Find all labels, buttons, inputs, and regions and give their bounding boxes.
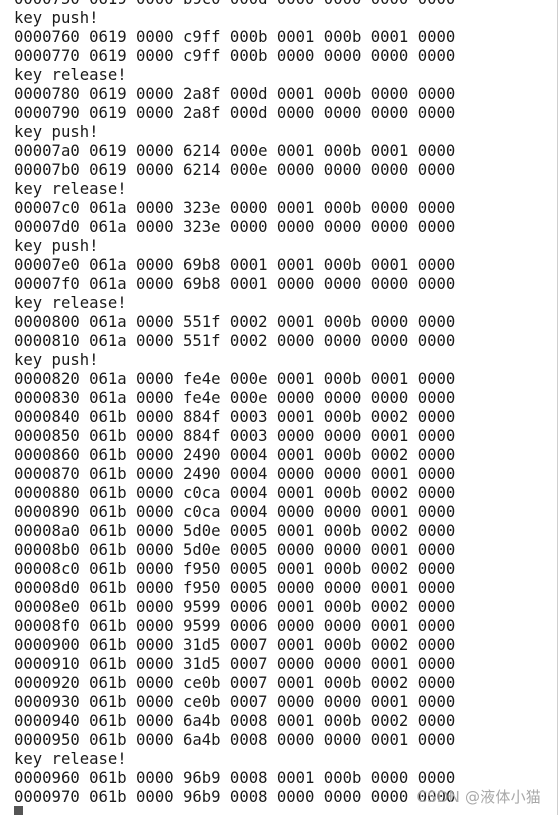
terminal-line: 00008b0 061b 0000 5d0e 0005 0000 0000 00…	[14, 541, 456, 559]
terminal-line: 0000830 061a 0000 fe4e 000e 0000 0000 00…	[14, 389, 456, 407]
terminal-line: 0000940 061b 0000 6a4b 0008 0001 000b 00…	[14, 712, 456, 730]
terminal-line: 00007e0 061a 0000 69b8 0001 0001 000b 00…	[14, 256, 456, 274]
terminal-line: 00008c0 061b 0000 f950 0005 0001 000b 00…	[14, 560, 456, 578]
terminal-line: 00007d0 061a 0000 323e 0000 0000 0000 00…	[14, 218, 456, 236]
terminal-line: 0000810 061a 0000 551f 0002 0000 0000 00…	[14, 332, 456, 350]
terminal-line: key push!	[14, 237, 99, 255]
terminal-line: 0000770 0619 0000 c9ff 000b 0000 0000 00…	[14, 47, 456, 65]
terminal-line: 0000910 061b 0000 31d5 0007 0000 0000 00…	[14, 655, 456, 673]
terminal-line: 0000800 061a 0000 551f 0002 0001 000b 00…	[14, 313, 456, 331]
terminal-cursor	[14, 806, 23, 815]
terminal-line: 00007c0 061a 0000 323e 0000 0001 000b 00…	[14, 199, 456, 217]
terminal-line: 0000960 061b 0000 96b9 0008 0001 000b 00…	[14, 769, 456, 787]
terminal-line: 0000890 061b 0000 c0ca 0004 0000 0000 00…	[14, 503, 456, 521]
terminal-line: 0000920 061b 0000 ce0b 0007 0001 000b 00…	[14, 674, 456, 692]
terminal-line: 0000880 061b 0000 c0ca 0004 0001 000b 00…	[14, 484, 456, 502]
terminal-line: 00008e0 061b 0000 9599 0006 0001 000b 00…	[14, 598, 456, 616]
terminal-line: 0000850 061b 0000 884f 0003 0000 0000 00…	[14, 427, 456, 445]
terminal-line: 0000930 061b 0000 ce0b 0007 0000 0000 00…	[14, 693, 456, 711]
terminal-line: 00007b0 0619 0000 6214 000e 0000 0000 00…	[14, 161, 456, 179]
terminal-line: key release!	[14, 180, 127, 198]
terminal-line: 00008d0 061b 0000 f950 0005 0000 0000 00…	[14, 579, 456, 597]
terminal-line: 00007f0 061a 0000 69b8 0001 0000 0000 00…	[14, 275, 456, 293]
terminal-line: 0000840 061b 0000 884f 0003 0001 000b 00…	[14, 408, 456, 426]
terminal-line: 00008a0 061b 0000 5d0e 0005 0001 000b 00…	[14, 522, 456, 540]
terminal-line: 0000790 0619 0000 2a8f 000d 0000 0000 00…	[14, 104, 456, 122]
terminal-line: 0000870 061b 0000 2490 0004 0000 0000 00…	[14, 465, 456, 483]
terminal-line: key push!	[14, 9, 99, 27]
terminal-line: key push!	[14, 351, 99, 369]
terminal-line: 0000750 0619 0000 b9c0 000d 0000 0000 00…	[14, 0, 455, 9]
terminal-line: 0000970 061b 0000 96b9 0008 0000 0000 00…	[14, 788, 456, 806]
terminal-line: 0000860 061b 0000 2490 0004 0001 000b 00…	[14, 446, 456, 464]
terminal-window[interactable]: 0000750 0619 0000 b9c0 000d 0000 0000 00…	[0, 0, 558, 815]
terminal-line: 0000900 061b 0000 31d5 0007 0001 000b 00…	[14, 636, 456, 654]
terminal-output: 0000750 0619 0000 b9c0 000d 0000 0000 00…	[14, 0, 455, 807]
terminal-line: 0000780 0619 0000 2a8f 000d 0001 000b 00…	[14, 85, 456, 103]
terminal-line: key push!	[14, 123, 99, 141]
terminal-line: 00008f0 061b 0000 9599 0006 0000 0000 00…	[14, 617, 456, 635]
terminal-line: 0000820 061a 0000 fe4e 000e 0001 000b 00…	[14, 370, 456, 388]
terminal-line: key release!	[14, 750, 127, 768]
terminal-line: key release!	[14, 66, 127, 84]
terminal-line: 0000760 0619 0000 c9ff 000b 0001 000b 00…	[14, 28, 456, 46]
terminal-line: 0000950 061b 0000 6a4b 0008 0000 0000 00…	[14, 731, 456, 749]
terminal-line: 00007a0 0619 0000 6214 000e 0001 000b 00…	[14, 142, 456, 160]
terminal-line: key release!	[14, 294, 127, 312]
watermark: CSDN @液体小猫	[416, 788, 541, 806]
